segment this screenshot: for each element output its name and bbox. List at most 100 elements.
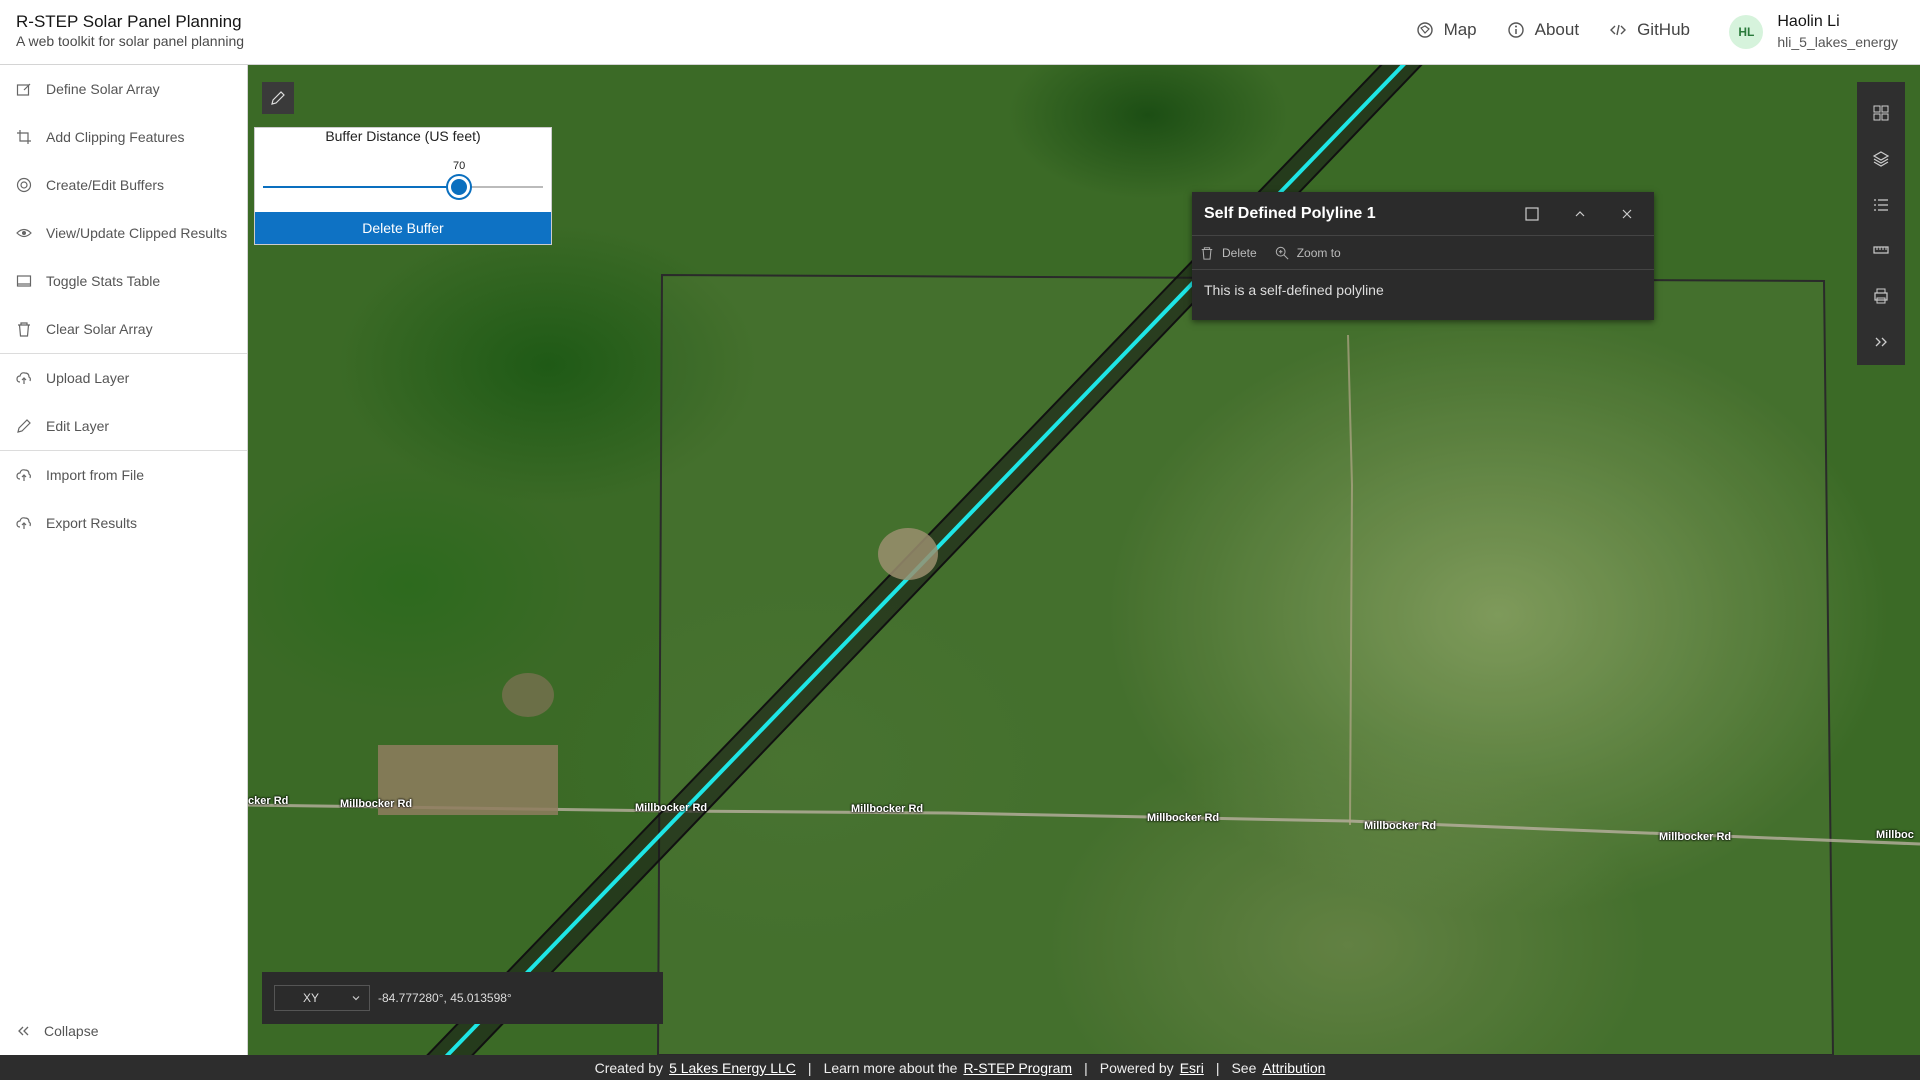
sidebar-item-label: Export Results bbox=[46, 515, 138, 531]
popup-actions: Delete Zoom to bbox=[1192, 236, 1654, 270]
buffer-slider-thumb[interactable] bbox=[448, 176, 470, 198]
delete-buffer-button[interactable]: Delete Buffer bbox=[255, 212, 551, 244]
sidebar-group-layer: Upload Layer Edit Layer bbox=[0, 354, 247, 451]
legend-button[interactable] bbox=[1857, 182, 1905, 228]
footer-learn: Learn more about the bbox=[823, 1059, 958, 1076]
app-subtitle: A web toolkit for solar panel planning bbox=[16, 33, 245, 49]
export-icon bbox=[16, 517, 31, 529]
clearing bbox=[502, 673, 554, 717]
sidebar-item-view-clipped-results[interactable]: View/Update Clipped Results bbox=[0, 209, 247, 257]
layers-icon bbox=[1872, 151, 1890, 167]
footer-attribution-link[interactable]: Attribution bbox=[1262, 1060, 1325, 1076]
sidebar-item-edit-layer[interactable]: Edit Layer bbox=[0, 402, 247, 450]
popup-delete-label: Delete bbox=[1222, 245, 1257, 260]
top-nav: Map About GitHub bbox=[1416, 20, 1690, 40]
coordinate-mode-value: XY bbox=[303, 991, 320, 1005]
footer-powered: Powered by bbox=[1099, 1059, 1174, 1076]
zoom-in-icon bbox=[1275, 246, 1289, 259]
coordinate-mode-select[interactable]: XY bbox=[274, 985, 370, 1011]
nav-github[interactable]: GitHub bbox=[1609, 20, 1690, 40]
popup-delete-action[interactable]: Delete bbox=[1200, 246, 1257, 260]
upload-icon bbox=[16, 372, 31, 384]
sidebar-group-file: Import from File Export Results bbox=[0, 451, 247, 547]
sketch-edit-button[interactable] bbox=[262, 82, 294, 114]
close-icon[interactable] bbox=[1619, 206, 1635, 222]
buffer-icon bbox=[16, 177, 32, 193]
crop-icon bbox=[17, 130, 31, 144]
popup-title: Self Defined Polyline 1 bbox=[1204, 204, 1376, 222]
dock-icon[interactable] bbox=[1524, 206, 1540, 222]
pencil-icon bbox=[271, 91, 285, 105]
collapse-label: Collapse bbox=[44, 1023, 99, 1039]
footer-see: See bbox=[1231, 1059, 1257, 1076]
footer-esri-link[interactable]: Esri bbox=[1180, 1060, 1204, 1076]
sidebar-item-label: Upload Layer bbox=[46, 370, 130, 386]
eye-icon bbox=[16, 228, 32, 238]
buffer-title: Buffer Distance (US feet) bbox=[325, 128, 481, 144]
sidebar-item-clear-solar-array[interactable]: Clear Solar Array bbox=[0, 305, 247, 353]
sidebar-item-label: Create/Edit Buffers bbox=[46, 177, 165, 193]
sidebar-item-label: View/Update Clipped Results bbox=[46, 225, 228, 241]
nav-map[interactable]: Map bbox=[1416, 20, 1477, 40]
user-name: Haolin Li bbox=[1777, 13, 1840, 30]
map-icon bbox=[1416, 22, 1433, 38]
road-label: Millbocker Rd bbox=[635, 802, 708, 814]
sidebar-item-toggle-stats-table[interactable]: Toggle Stats Table bbox=[0, 257, 247, 305]
table-icon bbox=[16, 275, 32, 287]
coordinate-readout: -84.777280°, 45.013598° bbox=[378, 991, 512, 1005]
app-title: R-STEP Solar Panel Planning bbox=[16, 12, 242, 31]
basemap-gallery-button[interactable] bbox=[1857, 90, 1905, 136]
sidebar: Define Solar Array Add Clipping Features… bbox=[0, 65, 248, 1055]
road-label: cker Rd bbox=[248, 795, 289, 807]
layers-button[interactable] bbox=[1857, 136, 1905, 182]
info-icon bbox=[1507, 22, 1524, 38]
road-label: Millboc bbox=[1876, 829, 1914, 841]
measure-button[interactable] bbox=[1857, 227, 1905, 273]
footer-program-link[interactable]: R-STEP Program bbox=[963, 1060, 1072, 1076]
road-label: Millbocker Rd bbox=[1659, 831, 1732, 843]
chevron-down-icon bbox=[352, 996, 360, 1001]
double-chevron-left-icon bbox=[18, 1026, 29, 1036]
buffer-slider-value: 70 bbox=[453, 160, 466, 172]
footer-separator: | bbox=[1215, 1059, 1220, 1076]
trash-icon bbox=[18, 322, 30, 337]
buffer-slider[interactable] bbox=[263, 176, 543, 198]
footer-separator: | bbox=[807, 1059, 812, 1076]
chevron-up-icon[interactable] bbox=[1572, 206, 1588, 222]
sidebar-group-array: Define Solar Array Add Clipping Features… bbox=[0, 65, 247, 354]
trash-icon bbox=[1201, 246, 1213, 260]
expand-toolbar-button[interactable] bbox=[1857, 319, 1905, 365]
nav-about[interactable]: About bbox=[1507, 20, 1579, 40]
popup-zoom-label: Zoom to bbox=[1296, 245, 1341, 260]
sidebar-item-upload-layer[interactable]: Upload Layer bbox=[0, 354, 247, 402]
footer-created-by: Created by bbox=[594, 1059, 664, 1076]
sidebar-item-label: Edit Layer bbox=[46, 418, 110, 434]
sidebar-item-label: Add Clipping Features bbox=[46, 129, 185, 145]
user-menu[interactable]: HL Haolin Li hli_5_lakes_energy bbox=[1729, 13, 1898, 50]
popup-zoom-action[interactable]: Zoom to bbox=[1275, 246, 1341, 260]
sidebar-item-create-edit-buffers[interactable]: Create/Edit Buffers bbox=[0, 161, 247, 209]
pencil-square-icon bbox=[16, 83, 31, 96]
sidebar-item-export-results[interactable]: Export Results bbox=[0, 499, 247, 547]
nav-about-label: About bbox=[1534, 20, 1580, 39]
code-icon bbox=[1610, 24, 1627, 36]
collapse-button[interactable]: Collapse bbox=[0, 1007, 247, 1055]
sidebar-item-define-solar-array[interactable]: Define Solar Array bbox=[0, 65, 247, 113]
pencil-icon bbox=[17, 419, 31, 433]
print-icon bbox=[1874, 288, 1888, 304]
footer-company-link[interactable]: 5 Lakes Energy LLC bbox=[669, 1060, 796, 1076]
road-label: Millbocker Rd bbox=[851, 803, 924, 815]
popup-header: Self Defined Polyline 1 bbox=[1192, 192, 1654, 236]
app-header: R-STEP Solar Panel Planning A web toolki… bbox=[0, 0, 1920, 65]
coordinate-widget: XY -84.777280°, 45.013598° bbox=[262, 972, 663, 1024]
road-label: Millbocker Rd bbox=[1364, 820, 1437, 832]
buffer-panel: Buffer Distance (US feet) 70 Delete Buff… bbox=[254, 127, 552, 245]
user-id: hli_5_lakes_energy bbox=[1777, 34, 1898, 50]
nav-map-label: Map bbox=[1443, 20, 1477, 39]
sidebar-item-import-from-file[interactable]: Import from File bbox=[0, 451, 247, 499]
print-button[interactable] bbox=[1857, 273, 1905, 319]
ruler-icon bbox=[1873, 246, 1889, 254]
buffer-slider-fill bbox=[263, 186, 459, 188]
sidebar-item-add-clipping-features[interactable]: Add Clipping Features bbox=[0, 113, 247, 161]
sidebar-item-label: Define Solar Array bbox=[46, 81, 160, 97]
